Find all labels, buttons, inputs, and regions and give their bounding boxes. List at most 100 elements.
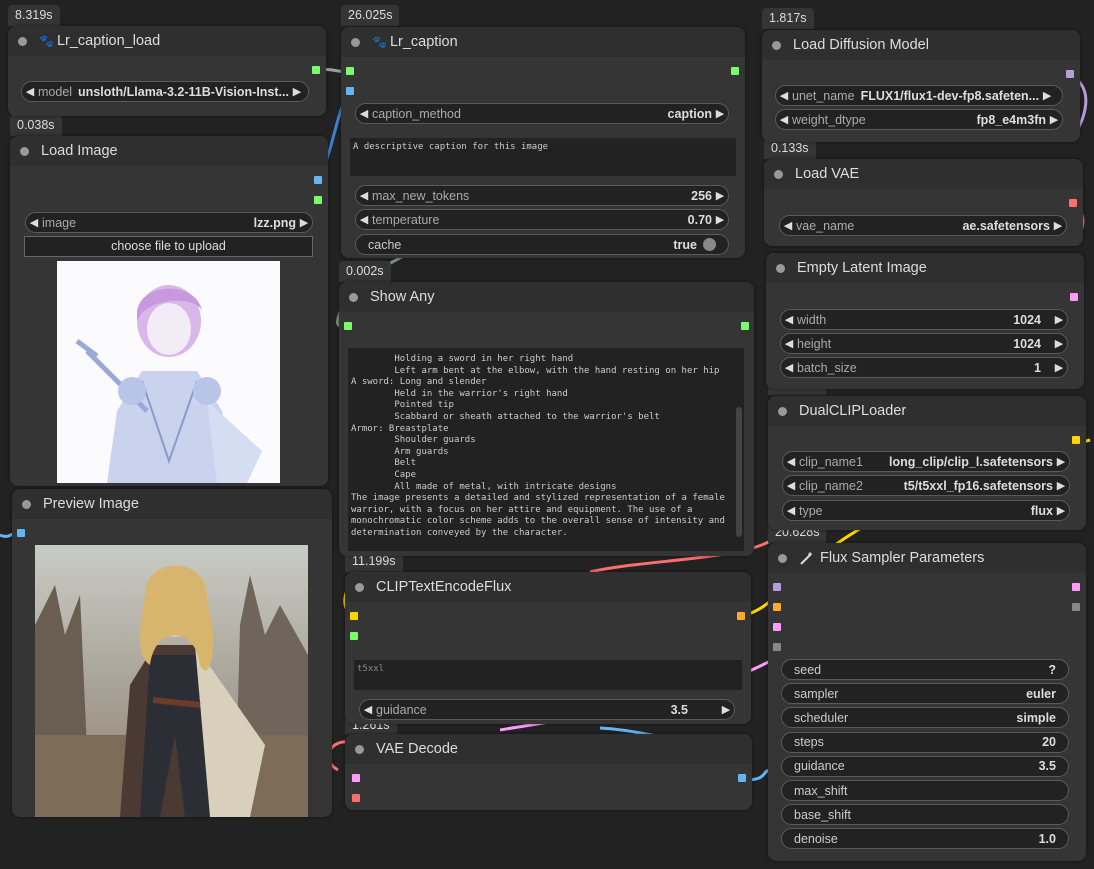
param-guidance-field[interactable]: guidance 3.5 [781,755,1069,777]
collapse-dot[interactable] [351,37,360,47]
clip-name1-combo[interactable]: ◀ clip_name1 long_clip/clip_l.safetensors ▶ [782,451,1070,472]
arrow-right-icon[interactable]: ▶ [712,189,728,202]
arrow-right-icon[interactable]: ▶ [1046,113,1062,126]
params-output-socket[interactable] [1072,603,1080,611]
node-header[interactable]: VAE Decode [345,734,752,764]
clip-input-socket[interactable] [350,612,358,620]
arrow-left-icon[interactable]: ◀ [781,361,797,374]
conditioning-output-socket[interactable] [737,612,745,620]
lr-caption-node[interactable]: 🐾 Lr_caption ◀ caption_method caption ▶ A de… [341,27,745,258]
vae-output-socket[interactable] [1069,199,1077,207]
arrow-left-icon[interactable]: ◀ [783,479,799,492]
param-seed-field[interactable]: seed? [781,659,1069,680]
mask-output-socket[interactable] [314,196,322,204]
arrow-left-icon[interactable]: ◀ [781,313,797,326]
vae-decode-node[interactable]: VAE Decode [345,734,752,810]
arrow-left-icon[interactable]: ◀ [776,89,792,102]
clip-l-input-socket[interactable] [350,632,358,640]
collapse-dot[interactable] [774,169,783,179]
arrow-left-icon[interactable]: ◀ [26,216,42,229]
prompt-textarea[interactable]: A descriptive caption for this image [350,138,736,176]
weight-dtype-combo[interactable]: ◀ weight_dtype fp8_e4m3fn ▶ [775,109,1063,130]
any-input-socket[interactable] [344,322,352,330]
preview-image-node[interactable]: Preview Image [12,489,332,817]
upload-button[interactable]: choose file to upload [24,236,313,257]
latent-output-socket[interactable] [1070,293,1078,301]
node-header[interactable]: Load Diffusion Model [762,30,1080,60]
arrow-right-icon[interactable]: ▶ [296,216,312,229]
any-output-socket[interactable] [741,322,749,330]
guidance-number[interactable]: ◀ guidance 3.5 ▶ [359,699,735,720]
arrow-left-icon[interactable]: ◀ [356,213,372,226]
node-header[interactable]: Load VAE [764,159,1083,189]
image-output-socket[interactable] [314,176,322,184]
image-output-socket[interactable] [738,774,746,782]
collapse-dot[interactable] [778,406,787,416]
caption-method-combo[interactable]: ◀ caption_method caption ▶ [355,103,729,124]
load-image-node[interactable]: Load Image ◀ image lzz.png ▶ choose file to… [10,136,328,486]
model-input-socket[interactable] [346,67,354,75]
vae-name-combo[interactable]: ◀ vae_name ae.safetensors ▶ [779,215,1067,236]
show-any-node[interactable]: Show Any Holding a sword in her right ha… [339,282,754,556]
arrow-left-icon[interactable]: ◀ [356,189,372,202]
clip-output-socket[interactable] [1072,436,1080,444]
clip-name2-combo[interactable]: ◀ clip_name2 t5/t5xxl_fp16.safetensors ▶ [782,475,1070,496]
latent-output-socket[interactable] [1072,583,1080,591]
scrollbar[interactable] [736,407,742,537]
arrow-right-icon[interactable]: ▶ [1051,337,1067,350]
node-header[interactable]: CLIPTextEncodeFlux [345,572,751,602]
width-number[interactable]: ◀ width 1024 ▶ [780,309,1068,330]
arrow-right-icon[interactable]: ▶ [712,107,728,120]
image-combo[interactable]: ◀ image lzz.png ▶ [25,212,313,233]
collapse-dot[interactable] [20,146,29,156]
collapse-dot[interactable] [355,744,364,754]
node-header[interactable]: Flux Sampler Parameters [768,543,1086,573]
temperature-number[interactable]: ◀ temperature 0.70 ▶ [355,209,729,230]
param-steps-field[interactable]: steps 20 [781,731,1069,753]
collapse-dot[interactable] [18,36,27,46]
node-header[interactable]: 🐾 Lr_caption_load [8,26,326,56]
node-header[interactable]: DualCLIPLoader [768,396,1086,426]
arrow-left-icon[interactable]: ◀ [356,107,372,120]
arrow-right-icon[interactable]: ▶ [1051,361,1067,374]
arrow-right-icon[interactable]: ▶ [1051,313,1067,326]
collapse-dot[interactable] [778,553,787,563]
param-sampler-field[interactable]: sampler euler [781,683,1069,705]
node-header[interactable]: 🐾 Lr_caption [341,27,745,57]
collapse-dot[interactable] [772,40,781,50]
cache-toggle[interactable]: cache true [355,234,729,255]
clip-text-encode-flux-node[interactable]: CLIPTextEncodeFlux t5xxl ◀ guidance 3.5 ▶ [345,572,751,724]
image-input-socket[interactable] [17,529,25,537]
arrow-left-icon[interactable]: ◀ [360,703,376,716]
arrow-left-icon[interactable]: ◀ [780,219,796,232]
param-base-shift-field[interactable]: base_shift [781,804,1069,826]
param-scheduler-field[interactable]: scheduler simple [781,707,1069,729]
max-new-tokens-number[interactable]: ◀ max_new_tokens 256 ▶ [355,185,729,206]
arrow-right-icon[interactable]: ▶ [1050,219,1066,232]
param-max-shift-field[interactable]: max_shift [781,780,1069,801]
load-vae-node[interactable]: Load VAE ◀ vae_name ae.safetensors ▶ [764,159,1083,246]
flux-sampler-parameters-node[interactable]: Flux Sampler Parameters seed? sampler eule… [768,543,1086,861]
arrow-right-icon[interactable]: ▶ [1039,89,1055,102]
collapse-dot[interactable] [349,292,358,302]
arrow-right-icon[interactable]: ▶ [1053,504,1069,517]
node-header[interactable]: Load Image [10,136,328,166]
arrow-left-icon[interactable]: ◀ [22,85,38,98]
latent-input-socket[interactable] [773,623,781,631]
arrow-left-icon[interactable]: ◀ [781,337,797,350]
height-number[interactable]: ◀ height 1024 ▶ [780,333,1068,354]
batch-size-number[interactable]: ◀ batch_size 1 ▶ [780,357,1068,378]
collapse-dot[interactable] [22,499,31,509]
arrow-left-icon[interactable]: ◀ [783,455,799,468]
load-diffusion-model-node[interactable]: Load Diffusion Model ◀ unet_name FLUX1/flu… [762,30,1080,142]
node-header[interactable]: Preview Image [12,489,332,519]
loras-input-socket[interactable] [773,643,781,651]
collapse-dot[interactable] [355,582,364,592]
node-header[interactable]: Show Any [339,282,754,312]
t5xxl-textarea[interactable]: t5xxl [354,660,742,690]
string-output-socket[interactable] [731,67,739,75]
type-combo[interactable]: ◀ type flux ▶ [782,500,1070,521]
model-combo[interactable]: ◀ model unsloth/Llama-3.2-11B-Vision-Inst.… [21,81,309,102]
param-denoise-field[interactable]: denoise 1.0 [781,828,1069,850]
arrow-right-icon[interactable]: ▶ [289,85,305,98]
